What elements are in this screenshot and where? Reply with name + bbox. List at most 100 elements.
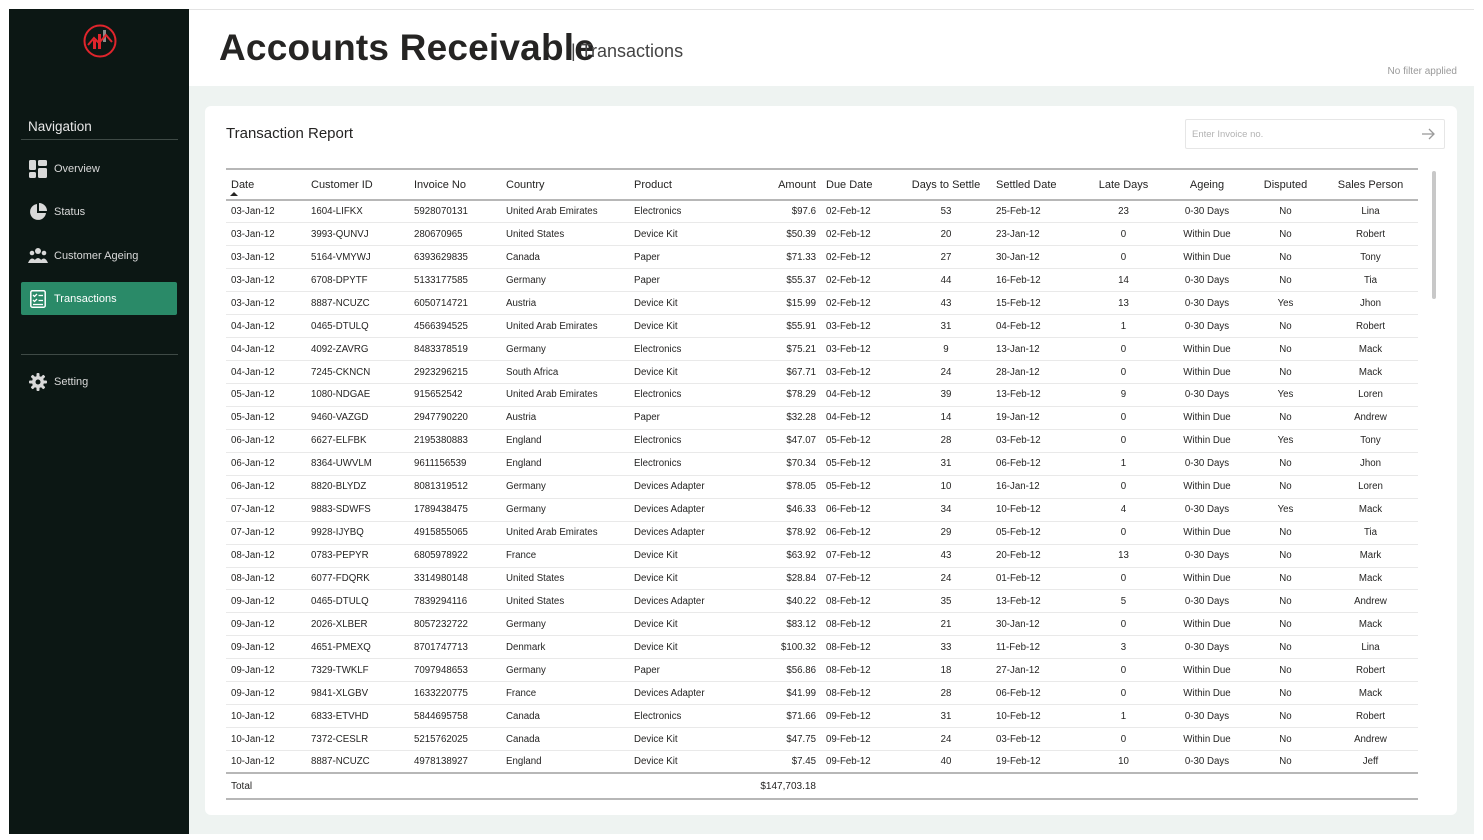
table-body: 03-Jan-12 1604-LIFKX 5928070131 United Arab… [226,200,1418,774]
cell-product: Device Kit [634,733,678,745]
cell-amount: $83.12 [786,618,816,630]
table-row[interactable]: 07-Jan-12 9883-SDWFS 1789438475 Germany Devi… [226,498,1418,522]
cell-ageing: Within Due [1183,366,1231,378]
table-row[interactable]: 03-Jan-12 8887-NCUZC 6050714721 Austria Devi… [226,292,1418,315]
table-row[interactable]: 06-Jan-12 6627-ELFBK 2195380883 England Elec… [226,429,1418,453]
cell-country: United States [506,595,565,607]
cell-sales-person: Jhon [1359,458,1381,470]
column-header-disputed[interactable]: Disputed [1248,169,1323,200]
chart-logo-icon[interactable] [82,23,118,59]
column-header-invoice-no[interactable]: Invoice No [409,169,501,200]
column-header-days-to-settle[interactable]: Days to Settle [901,169,991,200]
cell-product: Devices Adapter [634,595,705,607]
sidebar-item-customer-ageing[interactable]: Customer Ageing [21,239,177,272]
table-row[interactable]: 06-Jan-12 8364-UWVLM 9611156539 England Elec… [226,452,1418,476]
cell-sales-person: Lina [1361,206,1380,218]
sidebar: Navigation Overview Status Customer Agei… [9,9,189,834]
cell-days-to-settle: 39 [940,389,952,401]
cell-amount: $55.37 [786,274,816,286]
column-header-date[interactable]: Date [226,169,306,200]
cell-country: Canada [506,733,540,745]
cell-ageing: 0-30 Days [1184,458,1230,470]
arrow-right-icon[interactable] [1420,126,1436,142]
cell-days-to-settle: 9 [943,343,949,355]
cell-invoice-no: 1789438475 [414,504,468,516]
column-header-settled-date[interactable]: Settled Date [991,169,1081,200]
cell-country: Germany [506,664,546,676]
table-row[interactable]: 09-Jan-12 7329-TWKLF 7097948653 Germany Pape… [226,659,1418,682]
cell-product: Device Kit [634,297,678,309]
subtitle-text: Transactions [580,41,684,61]
table-row[interactable]: 08-Jan-12 0783-PEPYR 6805978922 France Devic… [226,544,1418,567]
table-row[interactable]: 04-Jan-12 0465-DTULQ 4566394525 United Arab… [226,315,1418,338]
cell-amount: $40.22 [786,595,816,607]
table-row[interactable]: 03-Jan-12 1604-LIFKX 5928070131 United Arab… [226,200,1418,223]
table-row[interactable]: 09-Jan-12 2026-XLBER 8057232722 Germany Devi… [226,613,1418,636]
cell-disputed: No [1279,550,1292,562]
cell-product: Electronics [634,435,682,447]
column-header-product[interactable]: Product [629,169,729,200]
cell-country: United Arab Emirates [506,389,598,401]
cell-amount: $78.05 [786,481,816,493]
table-row[interactable]: 10-Jan-12 8887-NCUZC 4978138927 England Devi… [226,751,1418,774]
cell-due-date: 08-Feb-12 [826,687,871,699]
sidebar-item-overview[interactable]: Overview [21,152,177,185]
cell-due-date: 03-Feb-12 [826,343,871,355]
cell-ageing: 0-30 Days [1184,641,1230,653]
cell-sales-person: Loren [1358,389,1383,401]
cell-sales-person: Tia [1363,274,1378,286]
cell-ageing: Within Due [1183,664,1231,676]
column-header-country[interactable]: Country [501,169,629,200]
column-header-due-date[interactable]: Due Date [821,169,901,200]
column-header-amount[interactable]: Amount [729,169,821,200]
cell-country: Austria [506,412,537,424]
table-row[interactable]: 04-Jan-12 7245-CKNCN 2923296215 South Afric… [226,361,1418,384]
cell-date: 07-Jan-12 [231,527,275,539]
table-row[interactable]: 03-Jan-12 6708-DPYTF 5133177585 Germany Pape… [226,269,1418,292]
sidebar-item-label: Status [54,205,86,218]
sidebar-item-transactions[interactable]: Transactions [21,282,177,315]
table-scrollbar-thumb[interactable] [1432,171,1436,299]
table-row[interactable]: 05-Jan-12 1080-NDGAE 915652542 United Arab … [226,384,1418,407]
table-row[interactable]: 06-Jan-12 8820-BLYDZ 8081319512 Germany Devi… [226,475,1418,499]
column-header-late-days[interactable]: Late Days [1081,169,1166,200]
cell-due-date: 05-Feb-12 [826,481,871,493]
table-row[interactable]: 07-Jan-12 9928-IJYBQ 4915855065 United Arab… [226,521,1418,545]
cell-invoice-no: 4978138927 [414,756,468,768]
cell-due-date: 02-Feb-12 [826,274,871,286]
table-row[interactable]: 08-Jan-12 6077-FDQRK 3314980148 United Stat… [226,567,1418,590]
cell-due-date: 04-Feb-12 [826,412,871,424]
table-row[interactable]: 03-Jan-12 5164-VMYWJ 6393629835 Canada Paper… [226,246,1418,269]
cell-late-days: 0 [1120,481,1127,493]
column-header-customer-id[interactable]: Customer ID [306,169,409,200]
cell-invoice-no: 5215762025 [414,733,468,745]
people-icon [28,246,48,266]
cell-customer-id: 7245-CKNCN [311,366,371,378]
sidebar-item-status[interactable]: Status [21,195,177,228]
table-row[interactable]: 09-Jan-12 0465-DTULQ 7839294116 United Stat… [226,590,1418,613]
column-header-sales-person[interactable]: Sales Person [1323,169,1418,200]
table-row[interactable]: 10-Jan-12 7372-CESLR 5215762025 Canada Devic… [226,728,1418,751]
table-row[interactable]: 05-Jan-12 9460-VAZGD 2947790220 Austria Pape… [226,406,1418,430]
cell-invoice-no: 5844695758 [414,710,468,722]
cell-amount: $67.71 [786,366,816,378]
table-row[interactable]: 09-Jan-12 9841-XLGBV 1633220775 France Devic… [226,682,1418,705]
cell-sales-person: Mack [1358,618,1383,630]
cell-late-days: 0 [1120,343,1127,355]
cell-sales-person: Tia [1363,527,1378,539]
column-header-ageing[interactable]: Ageing [1166,169,1248,200]
invoice-search-box [1185,119,1445,149]
table-row[interactable]: 10-Jan-12 6833-ETVHD 5844695758 Canada Elect… [226,705,1418,728]
cell-ageing: 0-30 Days [1184,297,1230,309]
cell-sales-person: Jhon [1359,297,1381,309]
sidebar-item-setting[interactable]: Setting [21,365,177,398]
nav-divider [21,139,178,140]
cell-invoice-no: 5928070131 [414,206,468,218]
cell-due-date: 04-Feb-12 [826,389,871,401]
invoice-search-input[interactable] [1186,120,1406,148]
cell-date: 10-Jan-12 [231,756,275,768]
table-row[interactable]: 04-Jan-12 4092-ZAVRG 8483378519 Germany Elec… [226,338,1418,361]
table-row[interactable]: 03-Jan-12 3993-QUNVJ 280670965 United State… [226,223,1418,246]
cell-late-days: 13 [1118,297,1129,309]
table-row[interactable]: 09-Jan-12 4651-PMEXQ 8701747713 Denmark Devi… [226,636,1418,659]
